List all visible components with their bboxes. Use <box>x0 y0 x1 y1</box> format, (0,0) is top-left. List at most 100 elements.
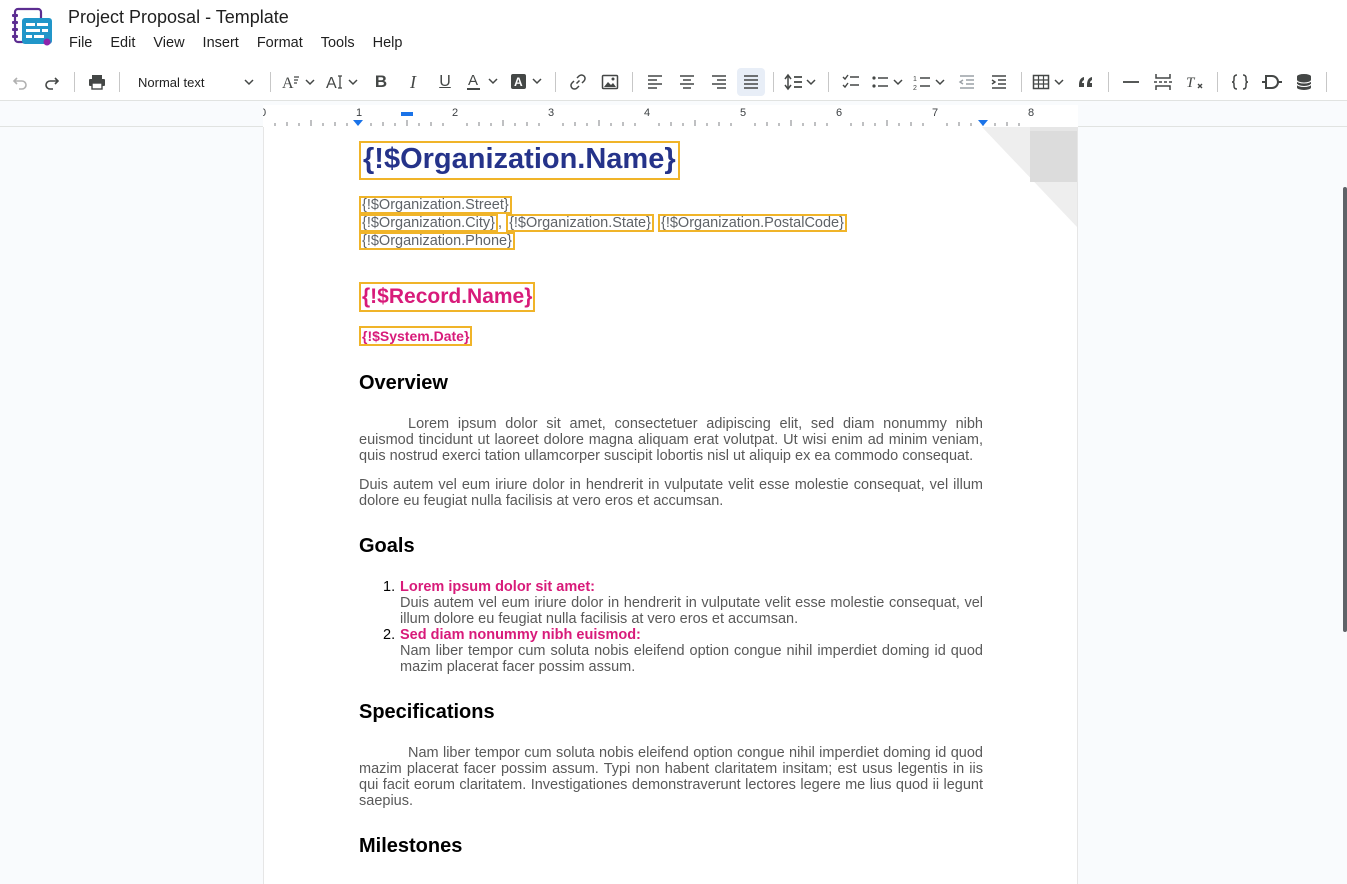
system-date-field[interactable]: {!$System.Date} <box>359 326 473 346</box>
goal-text: Nam liber tempor cum soluta nobis eleife… <box>400 643 983 675</box>
specifications-heading: Specifications <box>359 701 495 723</box>
print-icon[interactable] <box>83 68 111 96</box>
docs-template-icon[interactable] <box>11 6 53 48</box>
goal-title: Lorem ipsum dolor sit amet: <box>400 579 595 595</box>
ruler-label: 1 <box>356 107 362 119</box>
clear-formatting-icon[interactable]: T <box>1181 68 1209 96</box>
overview-paragraph-2: Duis autem vel eum iriure dolor in hendr… <box>359 477 983 509</box>
ruler-label: 8 <box>1028 107 1034 119</box>
list-item: 1. Lorem ipsum dolor sit amet: Duis aute… <box>383 579 983 627</box>
link-icon[interactable] <box>564 68 592 96</box>
address-comma: , <box>498 215 503 231</box>
toolbar-divider <box>632 72 633 92</box>
goal-text: Duis autem vel eum iriure dolor in hendr… <box>400 595 983 627</box>
insert-table-icon[interactable] <box>1030 68 1068 96</box>
paragraph-style-select[interactable]: Normal text <box>128 68 262 96</box>
milestones-heading: Milestones <box>359 835 463 857</box>
address-block: {!$Organization.Street} {!$Organization.… <box>359 196 983 250</box>
ruler-bar: 0 1 2 3 4 5 6 7 8 <box>0 100 1347 127</box>
org-street-field[interactable]: {!$Organization.Street} <box>359 196 512 214</box>
org-name-field[interactable]: {!$Organization.Name} <box>359 141 680 180</box>
svg-text:A: A <box>514 75 523 89</box>
align-left-icon[interactable] <box>641 68 669 96</box>
record-name-field[interactable]: {!$Record.Name} <box>359 282 536 312</box>
overview-paragraph-1: Lorem ipsum dolor sit amet, consectetuer… <box>359 416 983 464</box>
highlight-color-icon[interactable]: A <box>507 68 547 96</box>
org-phone-field[interactable]: {!$Organization.Phone} <box>359 232 515 250</box>
text-color-icon[interactable]: A <box>463 68 503 96</box>
increase-indent-icon[interactable] <box>985 68 1013 96</box>
undo-icon[interactable] <box>6 68 34 96</box>
toolbar-divider <box>1108 72 1109 92</box>
database-icon[interactable] <box>1290 68 1318 96</box>
bulleted-list-icon[interactable] <box>869 68 907 96</box>
horizontal-ruler[interactable]: 0 1 2 3 4 5 6 7 8 <box>263 105 1078 127</box>
ruler-label: 2 <box>452 107 458 119</box>
underline-icon[interactable]: U <box>431 68 459 96</box>
menu-bar: File Edit View Insert Format Tools Help <box>60 33 411 53</box>
ruler-label: 0 <box>263 107 266 119</box>
menu-format[interactable]: Format <box>248 33 312 53</box>
org-city-field[interactable]: {!$Organization.City} <box>359 214 498 232</box>
quote-icon[interactable] <box>1072 68 1100 96</box>
toolbar-divider <box>1021 72 1022 92</box>
toolbar: Normal text A A B I U A A 1 2 T <box>0 64 1347 100</box>
numbered-list-icon[interactable]: 12 <box>911 68 949 96</box>
document-page[interactable]: {!$Organization.Name} {!$Organization.St… <box>263 127 1078 884</box>
insert-image-icon[interactable] <box>596 68 624 96</box>
overview-heading: Overview <box>359 372 448 394</box>
checklist-icon[interactable] <box>837 68 865 96</box>
record-name-block: {!$Record.Name} <box>359 282 983 312</box>
toolbar-divider <box>1326 72 1327 92</box>
align-center-icon[interactable] <box>673 68 701 96</box>
document-title[interactable]: Project Proposal - Template <box>68 7 289 28</box>
ruler-label: 5 <box>740 107 746 119</box>
system-date-block: {!$System.Date} <box>359 326 983 346</box>
toolbar-divider <box>270 72 271 92</box>
list-item: 2. Sed diam nonummy nibh euismod: Nam li… <box>383 627 983 675</box>
page-break-icon[interactable] <box>1149 68 1177 96</box>
italic-icon[interactable]: I <box>399 68 427 96</box>
align-right-icon[interactable] <box>705 68 733 96</box>
menu-tools[interactable]: Tools <box>312 33 364 53</box>
justify-icon[interactable] <box>737 68 765 96</box>
logic-gate-icon[interactable] <box>1258 68 1286 96</box>
line-spacing-icon[interactable] <box>782 68 820 96</box>
ruler-label: 4 <box>644 107 650 119</box>
redo-icon[interactable] <box>38 68 66 96</box>
decrease-indent-icon[interactable] <box>953 68 981 96</box>
ruler-label: 3 <box>548 107 554 119</box>
insert-field-icon[interactable] <box>1226 68 1254 96</box>
svg-text:2: 2 <box>913 85 917 91</box>
org-postal-field[interactable]: {!$Organization.PostalCode} <box>657 214 847 232</box>
first-line-indent-marker <box>401 112 413 116</box>
font-icon[interactable]: A <box>279 68 319 96</box>
menu-help[interactable]: Help <box>364 33 412 53</box>
list-number: 2. <box>383 627 396 643</box>
toolbar-divider <box>828 72 829 92</box>
svg-text:A: A <box>282 75 294 91</box>
menu-insert[interactable]: Insert <box>194 33 248 53</box>
specifications-paragraph: Nam liber tempor cum soluta nobis eleife… <box>359 745 983 809</box>
svg-text:1: 1 <box>913 76 917 83</box>
toolbar-divider <box>1217 72 1218 92</box>
app-header: Project Proposal - Template File Edit Vi… <box>0 0 1347 64</box>
menu-edit[interactable]: Edit <box>101 33 144 53</box>
font-size-icon[interactable]: A <box>323 68 363 96</box>
document-canvas: {!$Organization.Name} {!$Organization.St… <box>0 127 1347 884</box>
toolbar-divider <box>555 72 556 92</box>
paragraph-style-value: Normal text <box>138 74 205 90</box>
svg-text:A: A <box>468 72 478 89</box>
horizontal-line-icon[interactable] <box>1117 68 1145 96</box>
ruler-label: 6 <box>836 107 842 119</box>
bold-icon[interactable]: B <box>367 68 395 96</box>
menu-view[interactable]: View <box>144 33 193 53</box>
ruler-background <box>263 105 1078 127</box>
toolbar-divider <box>773 72 774 92</box>
goal-title: Sed diam nonummy nibh euismod: <box>400 627 641 643</box>
vertical-scrollbar[interactable] <box>1343 187 1347 632</box>
org-state-field[interactable]: {!$Organization.State} <box>506 214 654 232</box>
list-number: 1. <box>383 579 396 595</box>
menu-file[interactable]: File <box>60 33 101 53</box>
ruler-label: 7 <box>932 107 938 119</box>
